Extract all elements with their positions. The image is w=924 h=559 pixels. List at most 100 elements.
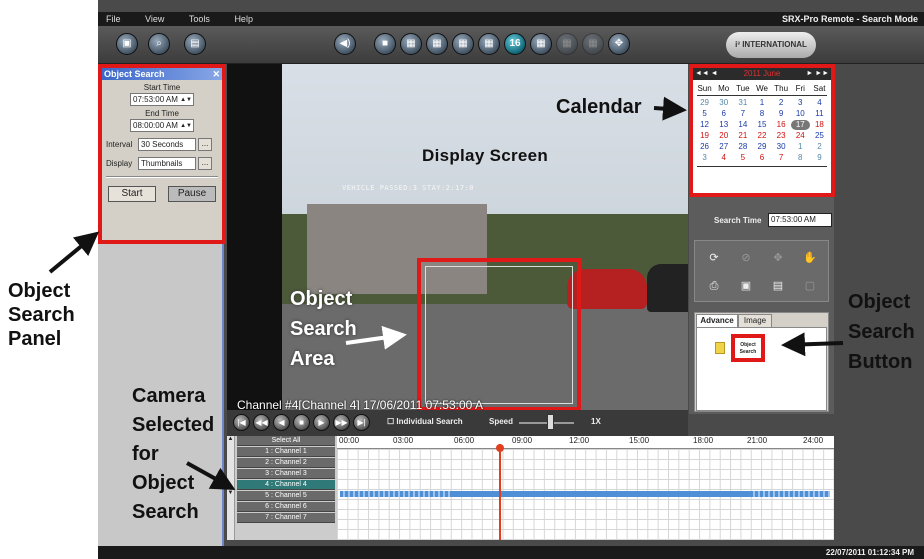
reverse-play-icon[interactable]: ◀: [273, 414, 290, 431]
calendar-day[interactable]: 5: [733, 153, 752, 163]
skip-end-icon[interactable]: ▶|: [353, 414, 370, 431]
calendar-day[interactable]: 10: [791, 109, 810, 119]
calendar-day[interactable]: 14: [733, 120, 752, 130]
speed-slider-handle[interactable]: [547, 414, 554, 430]
spinner-icon[interactable]: ▲▼: [180, 121, 192, 132]
spinner-icon[interactable]: ▲▼: [180, 95, 192, 106]
layout-4-icon[interactable]: ▦: [400, 33, 422, 55]
calendar-day[interactable]: 15: [752, 120, 771, 130]
calendar-day[interactable]: 23: [772, 131, 791, 141]
calendar-day[interactable]: 2: [810, 142, 829, 152]
channel-item-1[interactable]: 1 : Channel 1: [237, 447, 335, 457]
object-search-button[interactable]: Object Search: [731, 334, 765, 362]
display-browse-button[interactable]: ...: [198, 157, 212, 170]
stop-icon[interactable]: ■: [293, 414, 310, 431]
calendar-day[interactable]: 18: [810, 120, 829, 130]
search-time-input[interactable]: 07:53:00 AM: [768, 213, 832, 227]
channel-scrollbar[interactable]: ▲ ▼: [227, 436, 235, 540]
calendar-day[interactable]: 6: [714, 109, 733, 119]
calendar-day[interactable]: 12: [695, 120, 714, 130]
calendar-day[interactable]: 29: [752, 142, 771, 152]
calendar-prev-button[interactable]: ◄◄ ◄: [695, 68, 718, 80]
print-icon[interactable]: ⎙: [707, 279, 721, 293]
layout-9-icon[interactable]: ▦: [478, 33, 500, 55]
tab-image[interactable]: Image: [738, 314, 772, 327]
calendar-day[interactable]: 30: [714, 98, 733, 108]
calendar-day[interactable]: 1: [752, 98, 771, 108]
calendar-day[interactable]: 20: [714, 131, 733, 141]
channel-item-3[interactable]: 3 : Channel 3: [237, 469, 335, 479]
tab-advance[interactable]: Advance: [696, 314, 738, 327]
step-forward-icon[interactable]: ▶▶: [333, 414, 350, 431]
calendar-day[interactable]: 11: [810, 109, 829, 119]
calendar-day[interactable]: 30: [772, 142, 791, 152]
menu-file[interactable]: File: [106, 12, 121, 26]
select-all-button[interactable]: Select All: [237, 436, 335, 446]
calendar-day[interactable]: 9: [810, 153, 829, 163]
skip-start-icon[interactable]: |◀: [233, 414, 250, 431]
channel-item-5[interactable]: 5 : Channel 5: [237, 491, 335, 501]
individual-search-checkbox[interactable]: ☐ Individual Search: [387, 417, 463, 426]
book-icon[interactable]: ▤: [771, 279, 785, 293]
calendar-day[interactable]: 3: [791, 98, 810, 108]
calendar-day[interactable]: 26: [695, 142, 714, 152]
calendar-next-button[interactable]: ► ►►: [806, 68, 829, 80]
layout-8-icon[interactable]: ▦: [452, 33, 474, 55]
object-search-area[interactable]: [417, 258, 581, 410]
layout-16-button[interactable]: 16: [504, 33, 526, 55]
note-icon[interactable]: [715, 342, 725, 354]
calendar-day[interactable]: 31: [733, 98, 752, 108]
step-back-icon[interactable]: ◀◀: [253, 414, 270, 431]
calendar-day[interactable]: 19: [695, 131, 714, 141]
channel-item-7[interactable]: 7 : Channel 7: [237, 513, 335, 523]
channel-item-6[interactable]: 6 : Channel 6: [237, 502, 335, 512]
audio-icon[interactable]: ◀): [334, 33, 356, 55]
start-button[interactable]: Start: [108, 186, 156, 202]
channel-item-4-selected[interactable]: 4 : Channel 4: [237, 480, 335, 490]
calendar-day[interactable]: 9: [772, 109, 791, 119]
end-time-input[interactable]: 08:00:00 AM ▲▼: [130, 119, 194, 132]
pause-button[interactable]: Pause: [168, 186, 216, 202]
calendar-day[interactable]: 22: [752, 131, 771, 141]
menu-view[interactable]: View: [145, 12, 164, 26]
interval-field[interactable]: 30 Seconds: [138, 138, 196, 151]
calendar-day[interactable]: 25: [810, 131, 829, 141]
export-icon[interactable]: ▤: [184, 33, 206, 55]
calendar-day[interactable]: 13: [714, 120, 733, 130]
display-field[interactable]: Thumbnails: [138, 157, 196, 170]
calendar-day[interactable]: 29: [695, 98, 714, 108]
calendar-day[interactable]: 28: [733, 142, 752, 152]
recording-bar-continuous[interactable]: [452, 491, 752, 497]
calendar-day[interactable]: 16: [772, 120, 791, 130]
calendar-day[interactable]: 8: [791, 153, 810, 163]
calendar-day[interactable]: 8: [752, 109, 771, 119]
calendar-day[interactable]: 6: [752, 153, 771, 163]
calendar-day[interactable]: 4: [714, 153, 733, 163]
calendar-day[interactable]: 7: [772, 153, 791, 163]
menu-tools[interactable]: Tools: [189, 12, 210, 26]
calendar-day[interactable]: 1: [791, 142, 810, 152]
calendar-day[interactable]: 5: [695, 109, 714, 119]
menu-help[interactable]: Help: [234, 12, 253, 26]
calendar-day[interactable]: 21: [733, 131, 752, 141]
close-icon[interactable]: ✕: [212, 68, 220, 80]
calendar-day[interactable]: 4: [810, 98, 829, 108]
calendar-day[interactable]: 7: [733, 109, 752, 119]
ptz-move-icon[interactable]: ✥: [608, 33, 630, 55]
layout-grid-icon[interactable]: ▦: [530, 33, 552, 55]
search-mode-icon[interactable]: ⌕: [148, 33, 170, 55]
calendar-day[interactable]: 24: [791, 131, 810, 141]
channel-item-2[interactable]: 2 : Channel 2: [237, 458, 335, 468]
layout-6-icon[interactable]: ▦: [426, 33, 448, 55]
play-icon[interactable]: ▶: [313, 414, 330, 431]
timeline-cursor[interactable]: [499, 444, 501, 540]
interval-browse-button[interactable]: ...: [198, 138, 212, 151]
save-icon[interactable]: ▣: [739, 279, 753, 293]
layout-1-icon[interactable]: ■: [374, 33, 396, 55]
calendar-day-selected[interactable]: 17: [790, 120, 810, 130]
rotate-icon[interactable]: ⟳: [707, 251, 721, 265]
live-view-icon[interactable]: ▣: [116, 33, 138, 55]
calendar-day[interactable]: 2: [772, 98, 791, 108]
calendar-day[interactable]: 3: [695, 153, 714, 163]
calendar-day[interactable]: 27: [714, 142, 733, 152]
